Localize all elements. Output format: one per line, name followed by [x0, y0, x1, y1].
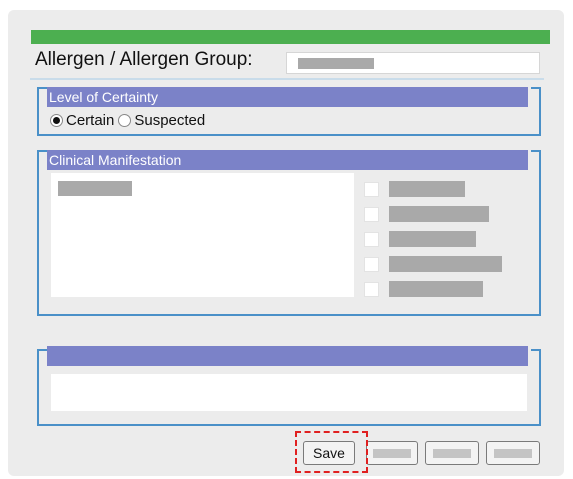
- group-corner-right: [531, 150, 541, 160]
- manifestation-checkbox[interactable]: [364, 232, 379, 247]
- notes-field[interactable]: [51, 374, 527, 411]
- group-corner-left: [37, 349, 47, 359]
- list-item[interactable]: [58, 181, 132, 196]
- save-button-label: Save: [313, 445, 345, 461]
- manifestation-checkbox[interactable]: [364, 207, 379, 222]
- manifestation-checkbox[interactable]: [364, 282, 379, 297]
- group-corner-right: [531, 349, 541, 359]
- checkbox-label: [389, 181, 465, 197]
- manifestation-header: Clinical Manifestation: [47, 150, 528, 170]
- checkbox-label: [389, 231, 476, 247]
- group-corner-right: [531, 87, 541, 97]
- save-button[interactable]: Save: [303, 441, 355, 465]
- certainty-options: Certain Suspected: [50, 112, 209, 129]
- radio-suspected[interactable]: Suspected: [118, 112, 205, 129]
- radio-suspected-indicator[interactable]: [118, 114, 132, 127]
- group-corner-left: [37, 150, 47, 160]
- radio-certain[interactable]: Certain: [50, 112, 114, 129]
- action-button-2[interactable]: [366, 441, 418, 465]
- radio-suspected-label: Suspected: [134, 112, 206, 129]
- action-button-3[interactable]: [425, 441, 479, 465]
- checkbox-label: [389, 281, 483, 297]
- certainty-header: Level of Certainty: [47, 87, 528, 107]
- button-label-placeholder: [433, 448, 471, 458]
- checkbox-label: [389, 256, 502, 272]
- button-label-placeholder: [494, 448, 532, 458]
- manifestation-checkbox[interactable]: [364, 182, 379, 197]
- allergen-input-value: [298, 58, 374, 69]
- manifestation-list[interactable]: [51, 173, 354, 297]
- button-label-placeholder: [373, 448, 411, 458]
- divider: [30, 78, 544, 80]
- allergen-input[interactable]: [286, 52, 540, 74]
- action-button-4[interactable]: [486, 441, 540, 465]
- allergen-label: Allergen / Allergen Group:: [35, 49, 253, 70]
- radio-certain-label: Certain: [66, 112, 115, 129]
- notes-header: [47, 346, 528, 366]
- manifestation-checkbox[interactable]: [364, 257, 379, 272]
- accent-bar: [31, 30, 550, 44]
- checkbox-label: [389, 206, 489, 222]
- group-corner-left: [37, 87, 47, 97]
- radio-certain-indicator[interactable]: [50, 114, 63, 127]
